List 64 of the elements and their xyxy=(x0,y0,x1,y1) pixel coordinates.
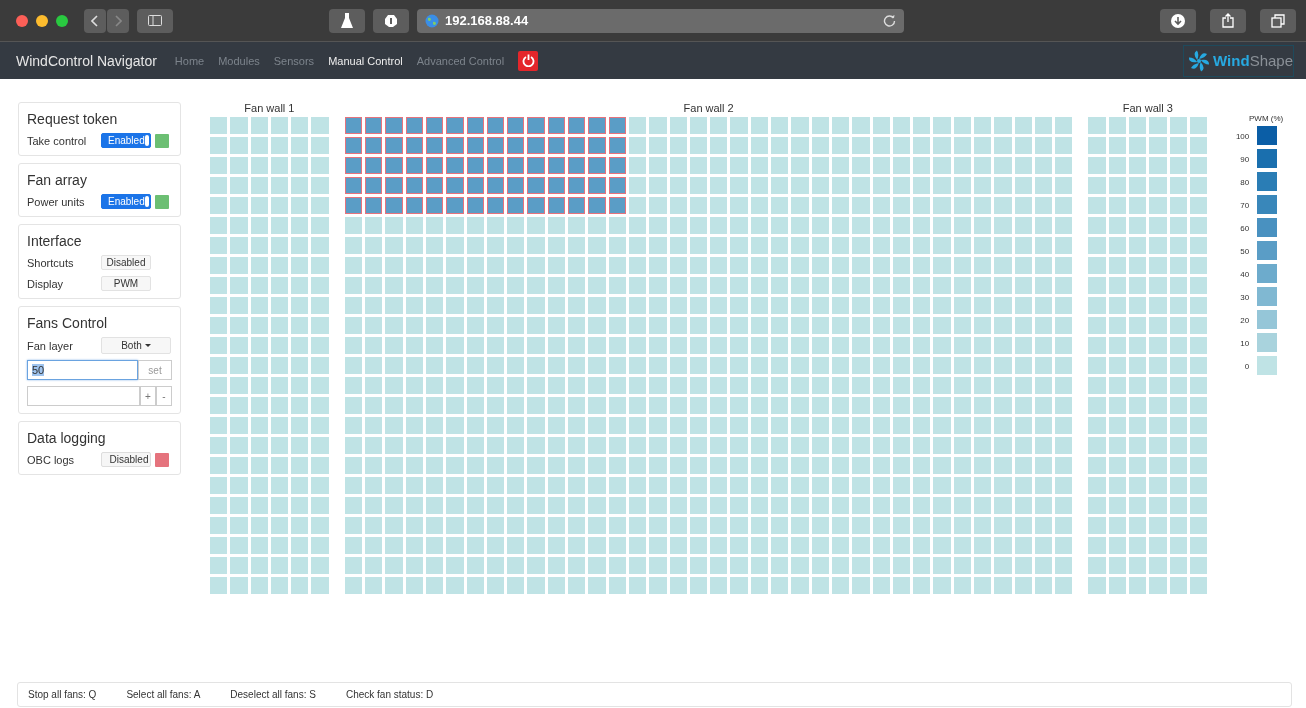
share-icon[interactable] xyxy=(1222,13,1234,28)
step-field[interactable] xyxy=(27,386,140,406)
globe-icon xyxy=(425,13,439,28)
legend-label: 90 xyxy=(1239,154,1250,164)
forward-icon[interactable] xyxy=(114,14,122,27)
panel-title: Data logging xyxy=(27,430,107,446)
wall-title: Fan wall 3 xyxy=(1122,102,1173,114)
shortcut-hint: Deselect all fans: S xyxy=(230,689,316,700)
legend-label: 0 xyxy=(1243,361,1250,371)
nav-link[interactable]: Sensors xyxy=(273,54,315,67)
legend-label: 100 xyxy=(1234,131,1250,141)
download-icon[interactable] xyxy=(1171,13,1185,28)
value-field[interactable]: 50 xyxy=(27,360,138,380)
increment-button[interactable]: + xyxy=(140,386,156,406)
power-button[interactable] xyxy=(518,50,539,71)
app-brand[interactable]: WindControl Navigator xyxy=(16,52,157,69)
setting-label: Take control xyxy=(27,134,88,147)
toggle-button[interactable]: Disabled xyxy=(101,452,151,467)
fan-logo-icon xyxy=(1188,49,1211,72)
decrement-button[interactable]: - xyxy=(156,386,172,406)
panel-title: Fan array xyxy=(27,172,88,188)
legend-label: 30 xyxy=(1239,292,1250,302)
back-icon[interactable] xyxy=(91,14,99,27)
wall-title: Fan wall 2 xyxy=(683,102,734,114)
legend-label: 80 xyxy=(1239,177,1250,187)
shortcut-hint: Stop all fans: Q xyxy=(28,689,97,700)
legend-label: 60 xyxy=(1239,223,1250,233)
panel-title: Fans Control xyxy=(27,315,109,331)
setting-button[interactable]: PWM xyxy=(101,276,151,291)
nav-link[interactable]: Advanced Control xyxy=(416,54,505,67)
wall-title: Fan wall 1 xyxy=(244,102,295,114)
legend-title: PWM (%) xyxy=(1249,114,1284,123)
setting-label: Fan layer xyxy=(27,339,74,352)
set-button[interactable]: set xyxy=(138,360,172,380)
legend-label: 10 xyxy=(1239,338,1250,348)
legend-label: 20 xyxy=(1239,315,1250,325)
legend-label: 70 xyxy=(1239,200,1250,210)
caret-icon xyxy=(144,343,151,348)
setting-button[interactable]: Disabled xyxy=(101,255,151,270)
logo-text: WindShape xyxy=(1213,52,1293,69)
tabs-icon[interactable] xyxy=(1271,13,1285,28)
nav-link[interactable]: Home xyxy=(174,54,205,67)
setting-label: Power units xyxy=(27,195,86,208)
shield-icon[interactable] xyxy=(384,13,398,28)
minimize-icon[interactable] xyxy=(36,14,48,27)
toggle-button[interactable]: Enabled xyxy=(101,133,151,148)
setting-label: Shortcuts xyxy=(27,256,75,269)
reload-icon[interactable] xyxy=(883,14,896,27)
close-icon[interactable] xyxy=(16,14,28,27)
nav-link[interactable]: Modules xyxy=(218,54,260,67)
legend-label: 50 xyxy=(1239,246,1250,256)
zoom-icon[interactable] xyxy=(56,14,68,27)
setting-label: OBC logs xyxy=(27,453,76,466)
setting-label: Display xyxy=(27,277,65,290)
sidebar-icon[interactable] xyxy=(148,15,162,26)
shortcut-hint: Select all fans: A xyxy=(126,689,201,700)
layer-dropdown[interactable]: Both xyxy=(101,337,171,354)
flask-icon[interactable] xyxy=(341,12,353,29)
nav-link[interactable]: Manual Control xyxy=(328,54,403,67)
panel-title: Interface xyxy=(27,233,83,249)
panel-title: Request token xyxy=(27,111,119,127)
shortcut-hint: Check fan status: D xyxy=(345,689,434,700)
toggle-button[interactable]: Enabled xyxy=(101,194,151,209)
legend-label: 40 xyxy=(1239,269,1250,279)
